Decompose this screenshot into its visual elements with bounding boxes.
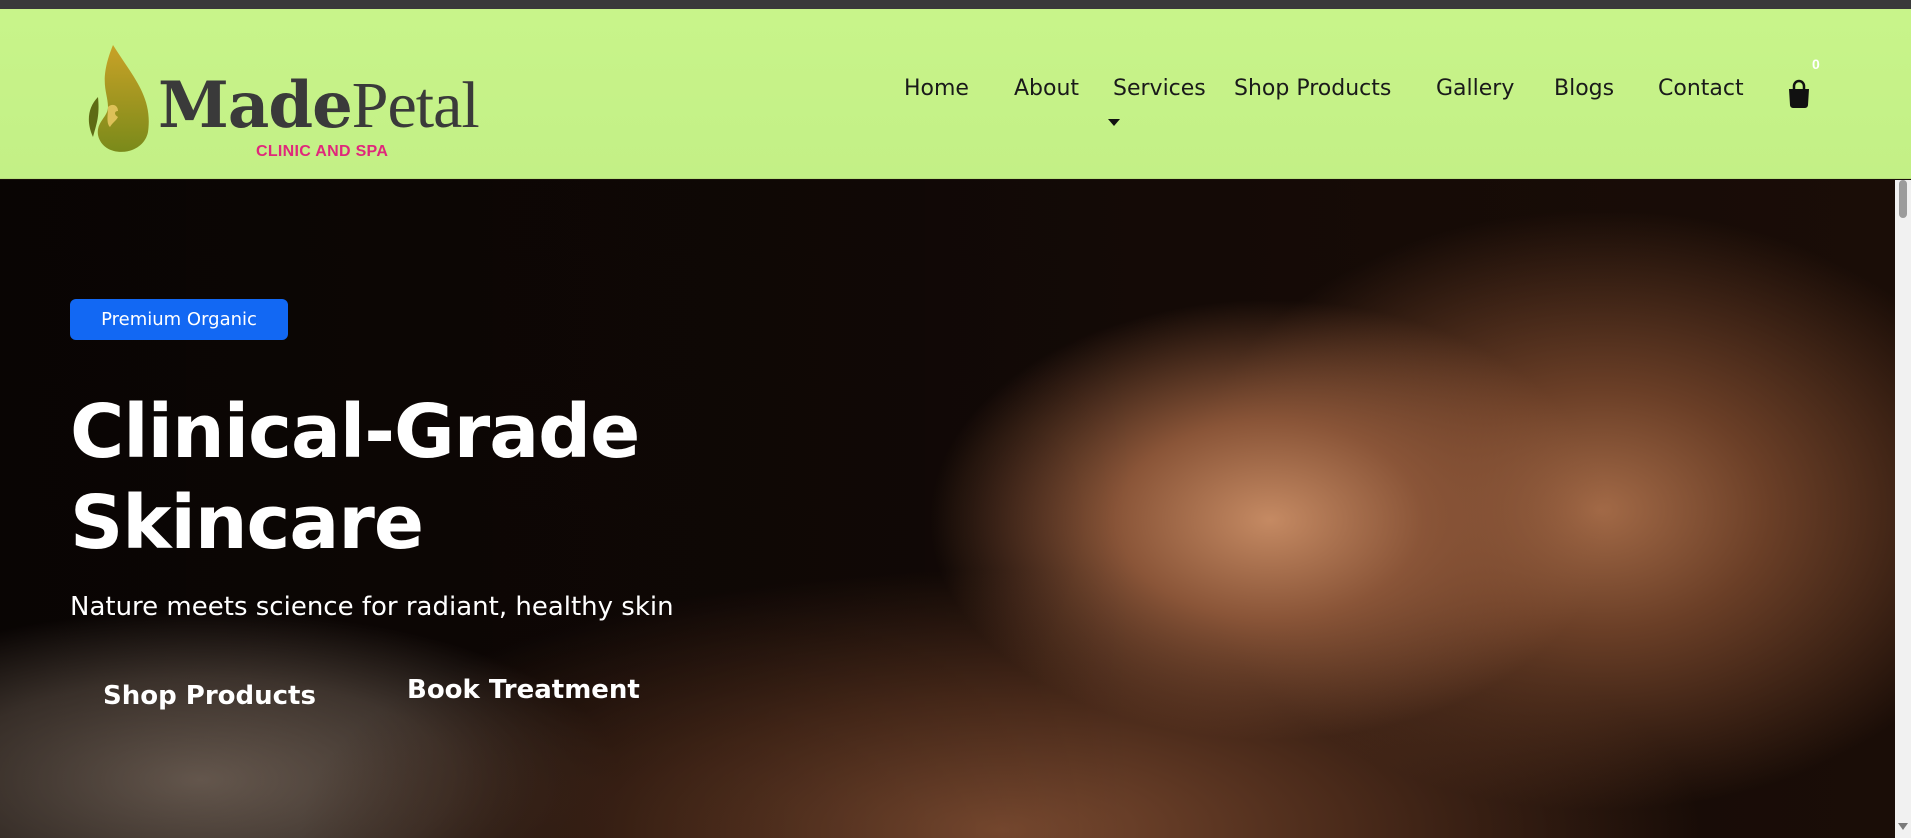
nav-gallery[interactable]: Gallery <box>1436 76 1514 101</box>
hero-subtitle: Nature meets science for radiant, health… <box>70 592 674 622</box>
hero-title-line2: Skincare <box>70 480 424 566</box>
main-nav: Home About Services Shop Products Galler… <box>0 9 1911 179</box>
cart-count-badge: 0 <box>1812 56 1820 72</box>
book-treatment-button[interactable]: Book Treatment <box>407 675 640 705</box>
services-dropdown-caret-icon[interactable] <box>1108 119 1120 126</box>
nav-blogs[interactable]: Blogs <box>1554 76 1614 101</box>
page-scrollbar[interactable] <box>1895 180 1911 838</box>
premium-organic-badge: Premium Organic <box>70 299 288 340</box>
site-header: MadePetal CLINIC AND SPA Home About Serv… <box>0 9 1911 179</box>
hero-banner: Premium Organic Clinical-Grade Skincare … <box>0 180 1895 838</box>
hero-title-line1: Clinical-Grade <box>70 389 640 475</box>
scrollbar-thumb[interactable] <box>1899 180 1907 218</box>
hero-title: Clinical-Grade Skincare <box>70 387 770 569</box>
scroll-down-arrow-icon[interactable] <box>1898 823 1908 830</box>
shopping-bag-icon <box>1789 79 1809 108</box>
nav-shop-products[interactable]: Shop Products <box>1234 76 1391 101</box>
cart-button[interactable] <box>1786 79 1812 109</box>
nav-services[interactable]: Services <box>1113 76 1206 101</box>
nav-home[interactable]: Home <box>904 76 969 101</box>
shop-products-button[interactable]: Shop Products <box>103 681 316 711</box>
browser-top-bar <box>0 0 1911 9</box>
nav-contact[interactable]: Contact <box>1658 76 1744 101</box>
nav-about[interactable]: About <box>1014 76 1079 101</box>
